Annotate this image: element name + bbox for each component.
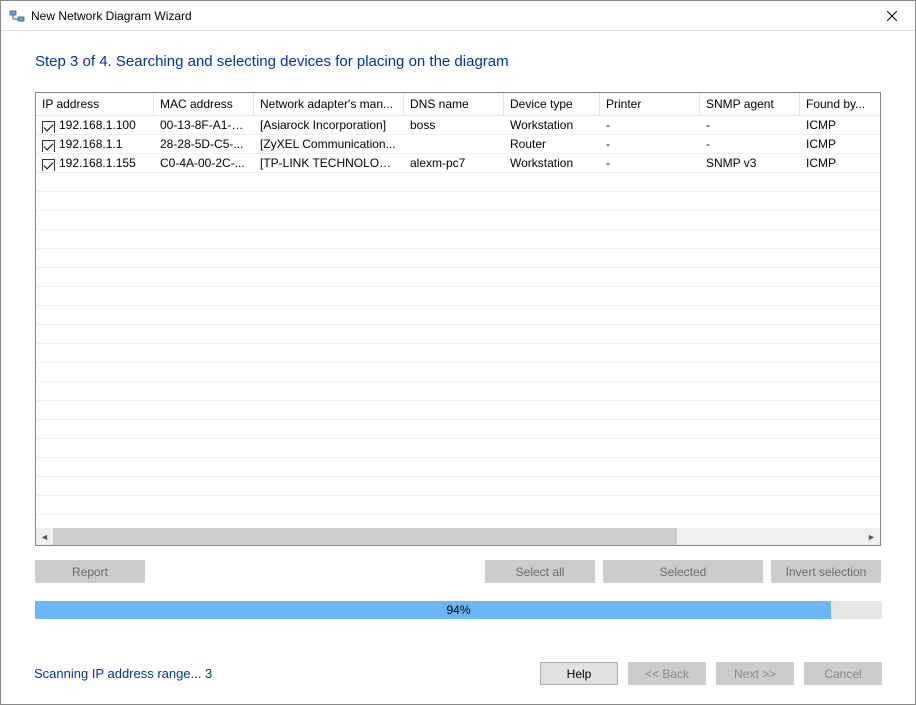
cell-dns: boss: [404, 118, 504, 132]
col-header-prn[interactable]: Printer: [600, 93, 700, 115]
device-grid: IP address MAC address Network adapter's…: [35, 92, 881, 546]
col-header-ip[interactable]: IP address: [36, 93, 154, 115]
cell-man: [ZyXEL Communication...: [254, 137, 404, 151]
window-title: New Network Diagram Wizard: [31, 9, 869, 23]
table-row: [36, 363, 880, 382]
cell-mac: 28-28-5D-C5-...: [154, 137, 254, 151]
table-row: [36, 287, 880, 306]
table-row[interactable]: 192.168.1.1 28-28-5D-C5-...[ZyXEL Communi…: [36, 135, 880, 154]
cell-mac: C0-4A-00-2C-...: [154, 156, 254, 170]
table-row: [36, 211, 880, 230]
table-row[interactable]: 192.168.1.155 C0-4A-00-2C-...[TP-LINK TEC…: [36, 154, 880, 173]
cell-type: Workstation: [504, 118, 600, 132]
table-row: [36, 458, 880, 477]
help-button[interactable]: Help: [540, 662, 618, 685]
col-header-man[interactable]: Network adapter's man...: [254, 93, 404, 115]
table-row: [36, 192, 880, 211]
cell-man: [TP-LINK TECHNOLOGI...: [254, 156, 404, 170]
titlebar: New Network Diagram Wizard: [1, 1, 915, 31]
table-row: [36, 496, 880, 515]
table-row: [36, 401, 880, 420]
cell-ip: 192.168.1.1: [59, 137, 122, 151]
cell-ip: 192.168.1.155: [59, 156, 136, 170]
row-checkbox[interactable]: [42, 121, 55, 133]
invert-selection-button[interactable]: Invert selection: [771, 560, 881, 583]
table-row: [36, 382, 880, 401]
scroll-left-icon[interactable]: ◄: [36, 528, 53, 545]
table-row: [36, 306, 880, 325]
cell-snmp: SNMP v3: [700, 156, 800, 170]
cell-type: Workstation: [504, 156, 600, 170]
cell-snmp: -: [700, 118, 800, 132]
status-text: Scanning IP address range... 3: [34, 666, 212, 681]
col-header-found[interactable]: Found by...: [800, 93, 880, 115]
table-row[interactable]: 192.168.1.100 00-13-8F-A1-B...[Asiarock I…: [36, 116, 880, 135]
grid-body: 192.168.1.100 00-13-8F-A1-B...[Asiarock I…: [36, 116, 880, 529]
col-header-dns[interactable]: DNS name: [404, 93, 504, 115]
row-checkbox[interactable]: [42, 159, 55, 171]
table-row: [36, 230, 880, 249]
progress-label: 94%: [35, 601, 882, 619]
cell-found: ICMP: [800, 137, 880, 151]
grid-header: IP address MAC address Network adapter's…: [36, 93, 880, 116]
col-header-mac[interactable]: MAC address: [154, 93, 254, 115]
footer: Scanning IP address range... 3 Help << B…: [34, 662, 882, 685]
table-row: [36, 420, 880, 439]
step-heading: Step 3 of 4. Searching and selecting dev…: [35, 53, 881, 70]
table-row: [36, 325, 880, 344]
cell-found: ICMP: [800, 156, 880, 170]
col-header-type[interactable]: Device type: [504, 93, 600, 115]
selection-button-row: Report Select all Selected Invert select…: [35, 560, 881, 583]
cell-snmp: -: [700, 137, 800, 151]
horizontal-scrollbar[interactable]: ◄ ►: [36, 528, 880, 545]
app-icon: [9, 8, 25, 24]
cancel-button[interactable]: Cancel: [804, 662, 882, 685]
cell-type: Router: [504, 137, 600, 151]
cell-man: [Asiarock Incorporation]: [254, 118, 404, 132]
cell-prn: -: [600, 118, 700, 132]
table-row: [36, 344, 880, 363]
cell-mac: 00-13-8F-A1-B...: [154, 118, 254, 132]
selected-button[interactable]: Selected: [603, 560, 763, 583]
report-button[interactable]: Report: [35, 560, 145, 583]
row-checkbox[interactable]: [42, 140, 55, 152]
table-row: [36, 249, 880, 268]
table-row: [36, 173, 880, 192]
table-row: [36, 439, 880, 458]
table-row: [36, 268, 880, 287]
cell-prn: -: [600, 137, 700, 151]
scroll-track[interactable]: [53, 528, 863, 545]
next-button[interactable]: Next >>: [716, 662, 794, 685]
content-area: Step 3 of 4. Searching and selecting dev…: [1, 31, 915, 619]
scroll-thumb[interactable]: [53, 528, 677, 545]
close-button[interactable]: [869, 1, 915, 31]
cell-ip: 192.168.1.100: [59, 118, 136, 132]
col-header-snmp[interactable]: SNMP agent: [700, 93, 800, 115]
table-row: [36, 515, 880, 529]
cell-found: ICMP: [800, 118, 880, 132]
cell-prn: -: [600, 156, 700, 170]
select-all-button[interactable]: Select all: [485, 560, 595, 583]
scroll-right-icon[interactable]: ►: [863, 528, 880, 545]
footer-buttons: Help << Back Next >> Cancel: [540, 662, 882, 685]
table-row: [36, 477, 880, 496]
progress-bar: 94%: [35, 601, 882, 619]
back-button[interactable]: << Back: [628, 662, 706, 685]
cell-dns: alexm-pc7: [404, 156, 504, 170]
